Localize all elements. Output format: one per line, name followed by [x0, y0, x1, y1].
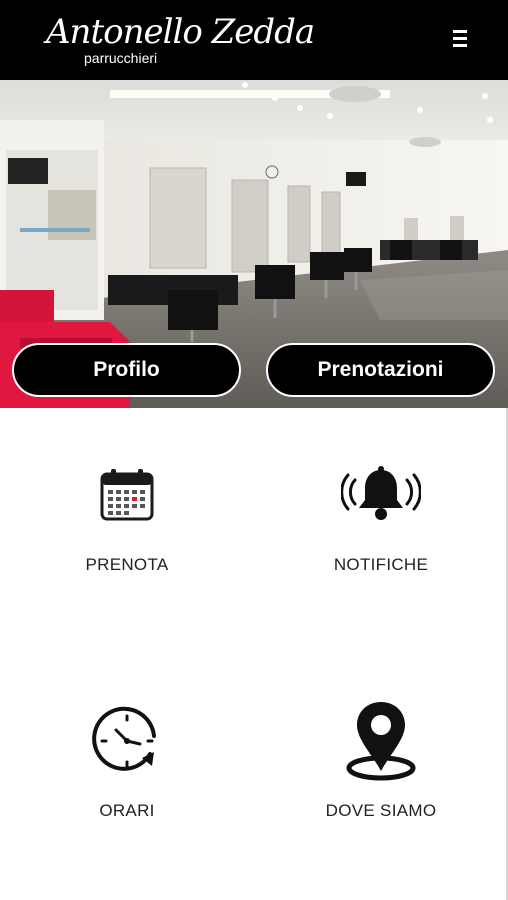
brand-logo: Antonello Zedda parrucchieri	[46, 12, 315, 72]
profilo-button[interactable]: Profilo	[12, 343, 241, 397]
tile-prenota-label: PRENOTA	[85, 555, 169, 574]
tile-dove-siamo[interactable]: DOVE SIAMO	[254, 654, 508, 900]
logo-script-text: Antonello Zedda	[46, 12, 315, 52]
map-pin-icon	[346, 702, 416, 781]
logo-subtitle: parrucchieri	[84, 50, 158, 66]
menu-grid: PRENOTA NOTIFICHE ORARI DOVE SIAMO	[0, 408, 508, 900]
clock-icon	[92, 706, 156, 771]
tile-notifiche-label: NOTIFICHE	[333, 555, 429, 574]
hamburger-menu-icon	[453, 30, 467, 33]
hamburger-line	[453, 37, 467, 40]
menu-button[interactable]	[446, 24, 474, 54]
tile-dove-siamo-label: DOVE SIAMO	[325, 801, 437, 820]
bell-ringing-icon	[341, 466, 421, 520]
tile-orari[interactable]: ORARI	[0, 654, 254, 900]
prenotazioni-button[interactable]: Prenotazioni	[266, 343, 495, 397]
hamburger-line	[453, 44, 467, 47]
tile-notifiche[interactable]: NOTIFICHE	[254, 408, 508, 654]
app-header: Antonello Zedda parrucchieri	[0, 0, 508, 80]
calendar-icon	[100, 469, 154, 521]
tile-prenota[interactable]: PRENOTA	[0, 408, 254, 654]
tile-orari-label: ORARI	[99, 801, 155, 820]
hero-banner: Profilo Prenotazioni	[0, 80, 508, 408]
